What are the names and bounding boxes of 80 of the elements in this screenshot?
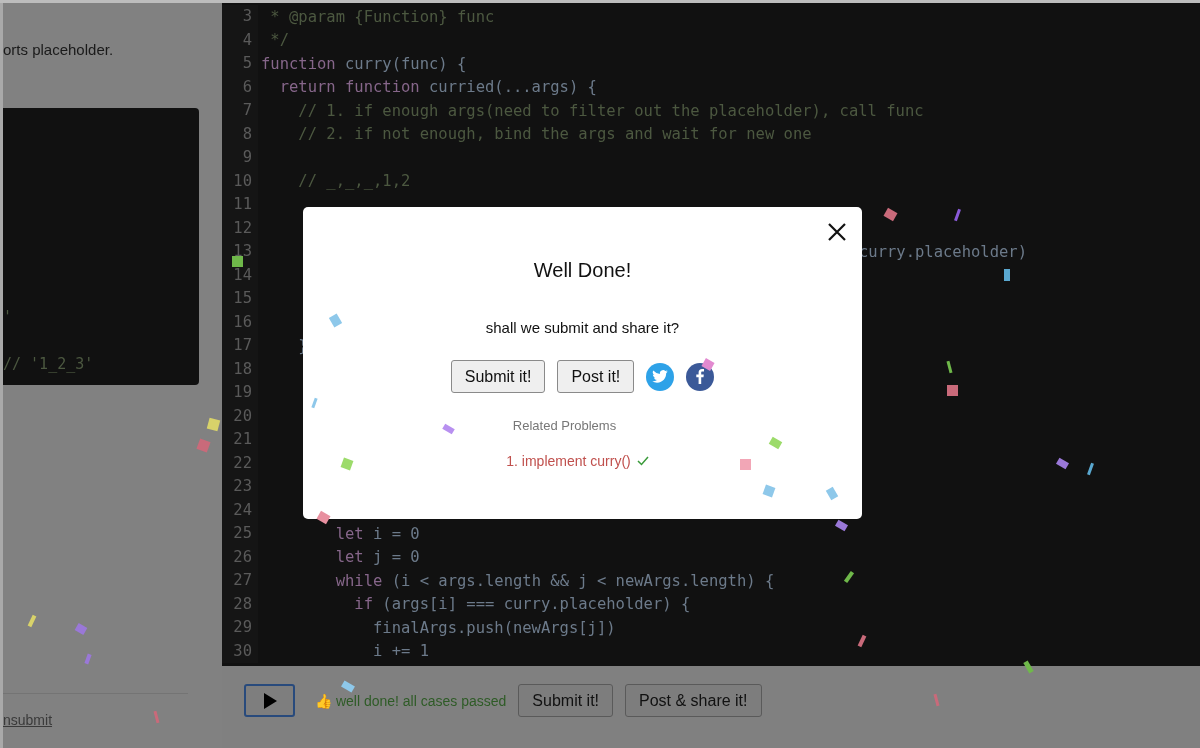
code-line: // 1. if enough args(need to filter out the placeholder), call func (297, 101, 924, 120)
post-button[interactable]: Post it! (557, 360, 635, 393)
confetti-piece (1023, 660, 1034, 674)
confetti-piece (946, 360, 953, 374)
close-button[interactable] (826, 221, 848, 243)
related-heading: Related Problems (512, 418, 617, 433)
line-number: 25 (222, 522, 258, 546)
confetti-piece (933, 693, 940, 707)
confetti-piece (27, 614, 37, 628)
dialog-message: shall we submit and share it? (485, 319, 680, 336)
code-line: curry.placeholder) (859, 242, 1028, 261)
confetti-piece (74, 623, 88, 635)
line-number: 11 (222, 193, 258, 217)
description-text: orts placeholder. (3, 41, 115, 60)
submissions-link[interactable]: nsubmit (3, 712, 222, 728)
line-number: 16 (222, 310, 258, 334)
f-icon (696, 369, 705, 384)
line-number: 26 (222, 545, 258, 569)
confetti-piece (835, 519, 848, 532)
line-number: 8 (222, 122, 258, 146)
line-number: 20 (222, 404, 258, 428)
confetti-piece (1056, 457, 1069, 470)
bird-icon (652, 370, 669, 383)
dialog-title: Well Done! (533, 259, 632, 282)
line-number: 15 (222, 287, 258, 311)
code-line: finalArgs.push(newArgs[j]) (371, 618, 616, 637)
confetti-piece (1087, 462, 1094, 476)
line-number: 12 (222, 216, 258, 240)
line-number: 9 (222, 146, 258, 170)
code-line: ' (3, 308, 14, 328)
line-number: 10 (222, 169, 258, 193)
code-line: // '1_2_3' (3, 355, 95, 375)
line-number: 23 (222, 475, 258, 499)
code-line: // 2. if not enough, bind the args and wait for new one (297, 125, 812, 144)
confetti-piece (196, 438, 211, 453)
confetti-piece (947, 385, 958, 396)
line-number: 18 (222, 357, 258, 381)
line-number: 19 (222, 381, 258, 405)
confetti-piece (954, 208, 961, 222)
close-icon (826, 221, 848, 243)
confetti-piece (740, 459, 751, 470)
line-number: 29 (222, 616, 258, 640)
line-number: 6 (222, 75, 258, 99)
code-line: */ (269, 31, 289, 50)
submit-button[interactable]: Submit it! (518, 684, 613, 717)
share-button[interactable]: Post & share it! (625, 684, 762, 717)
run-button[interactable] (244, 684, 295, 717)
code-line: if (args[i] === curry.placeholder) { (353, 595, 691, 614)
line-number: 3 (222, 5, 258, 29)
line-number: 28 (222, 592, 258, 616)
twitter-button[interactable] (646, 362, 675, 391)
code-line: i += 1 (371, 642, 429, 661)
code-line: // _,_,_,1,2 (297, 172, 411, 191)
line-number: 27 (222, 569, 258, 593)
confetti-piece (232, 256, 243, 267)
line-number: 21 (222, 428, 258, 452)
related-problem-link[interactable]: 1. implement curry() (506, 453, 631, 469)
code-line: function curry(func) { (260, 54, 467, 73)
line-number: 5 (222, 52, 258, 76)
line-number: 17 (222, 334, 258, 358)
line-number: 7 (222, 99, 258, 123)
confetti-piece (311, 397, 318, 409)
line-number: 22 (222, 451, 258, 475)
confetti-piece (153, 710, 160, 724)
code-line: while (i < args.length && j < newArgs.length) { (334, 571, 775, 590)
confetti-piece (442, 423, 455, 435)
code-line: let i = 0 (334, 524, 420, 543)
code-line: let j = 0 (334, 548, 420, 567)
code-line: * @param {Function} func (269, 7, 495, 26)
line-number: 24 (222, 498, 258, 522)
facebook-button[interactable] (686, 362, 715, 391)
play-icon (262, 692, 277, 709)
confetti-piece (1004, 269, 1010, 281)
line-number: 30 (222, 639, 258, 663)
code-line: return function curried(...args) { (278, 78, 597, 97)
status-message: 👍 well done! all cases passed (315, 692, 507, 709)
confetti-piece (84, 653, 92, 665)
confetti-piece (206, 417, 221, 432)
submit-button[interactable]: Submit it! (450, 360, 546, 393)
line-number: 4 (222, 28, 258, 52)
